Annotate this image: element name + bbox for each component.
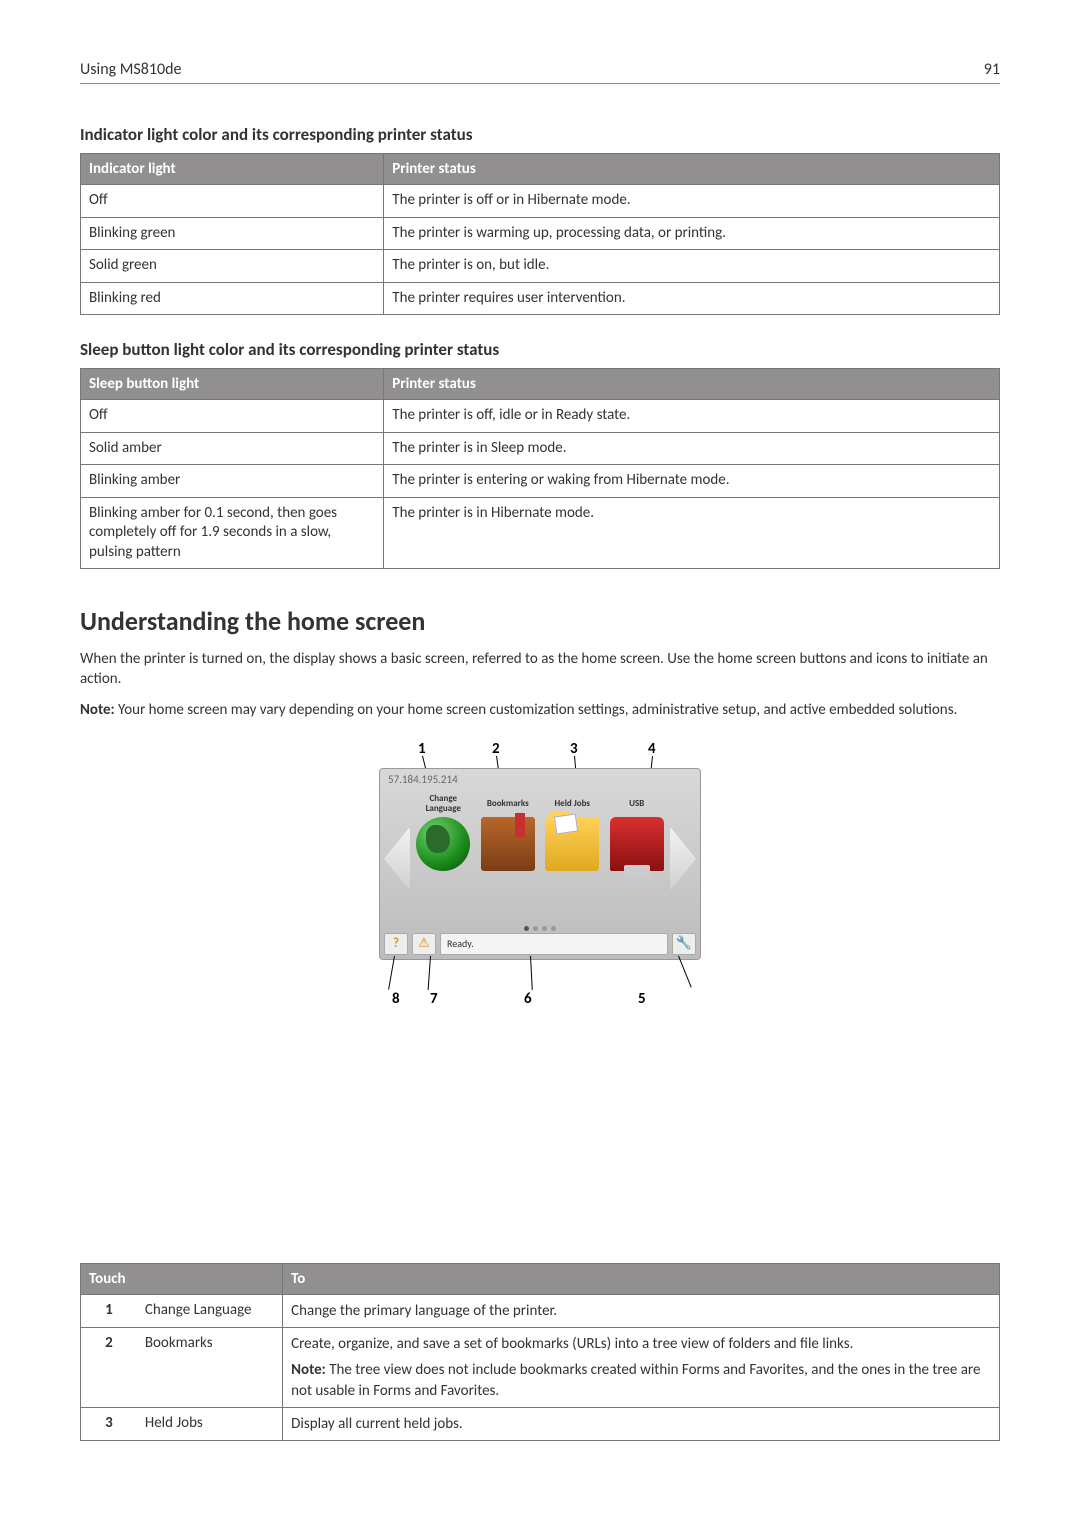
understanding-title: Understanding the home screen (80, 605, 1000, 637)
touch-name: Change Language (137, 1294, 283, 1327)
paragraph: Note: The tree view does not include boo… (291, 1360, 991, 1401)
callout-5: 5 (638, 990, 646, 1008)
table-cell: The printer is in Hibernate mode. (384, 497, 1000, 569)
warning-icon: ⚠ (418, 936, 430, 951)
table-cell: The printer is in Sleep mode. (384, 432, 1000, 465)
folder-icon (545, 817, 599, 871)
icon-label: Bookmarks (479, 793, 538, 815)
touch-description: Display all current held jobs. (283, 1407, 1000, 1440)
nav-arrow-right-icon[interactable] (670, 827, 696, 891)
wrench-icon: 🔧 (676, 936, 692, 951)
table-row: Solid greenThe printer is on, but idle. (81, 250, 1000, 283)
homescreen-illustration: 1 2 3 4 57.184.195.214 Change Language (370, 740, 710, 1235)
table-cell: The printer requires user intervention. (384, 282, 1000, 315)
table-row: Blinking amberThe printer is entering or… (81, 465, 1000, 498)
touch-number: 3 (81, 1407, 137, 1440)
ip-address: 57.184.195.214 (388, 773, 458, 786)
col-indicator-light: Indicator light (81, 154, 384, 185)
header-left: Using MS810de (80, 60, 181, 79)
indicator-light-table: Indicator light Printer status OffThe pr… (80, 153, 1000, 315)
page-number: 91 (984, 60, 1000, 79)
understanding-note: Note: Your home screen may vary dependin… (80, 700, 1000, 720)
icon-label: USB (608, 793, 667, 815)
globe-icon (416, 817, 470, 871)
col-printer-status-2: Printer status (384, 369, 1000, 400)
touch-table: Touch To 1Change Language Change the prim… (80, 1263, 1000, 1441)
table-row: Blinking redThe printer requires user in… (81, 282, 1000, 315)
table-cell: The printer is on, but idle. (384, 250, 1000, 283)
table-cell: Blinking amber for 0.1 second, then goes… (81, 497, 384, 569)
understanding-para1: When the printer is turned on, the displ… (80, 649, 1000, 690)
table-cell: The printer is entering or waking from H… (384, 465, 1000, 498)
table-cell: Off (81, 400, 384, 433)
touch-description: Create, organize, and save a set of book… (283, 1328, 1000, 1408)
icon-change-language[interactable]: Change Language (414, 793, 473, 871)
icon-bookmarks[interactable]: Bookmarks (479, 793, 538, 871)
touch-name: Held Jobs (137, 1407, 283, 1440)
nav-arrow-left-icon[interactable] (384, 827, 410, 891)
table-row: OffThe printer is off, idle or in Ready … (81, 400, 1000, 433)
tools-button[interactable]: 🔧 (672, 933, 696, 955)
help-button[interactable]: ? (384, 933, 408, 955)
touch-description: Change the primary language of the print… (283, 1294, 1000, 1327)
table-cell: Solid amber (81, 432, 384, 465)
paragraph: Create, organize, and save a set of book… (291, 1334, 991, 1354)
table-cell: Blinking red (81, 282, 384, 315)
warning-button[interactable]: ⚠ (412, 933, 436, 955)
icon-label: Change Language (414, 793, 473, 815)
table-row: OffThe printer is off or in Hibernate mo… (81, 185, 1000, 218)
table-cell: Off (81, 185, 384, 218)
table-row: 2Bookmarks Create, organize, and save a s… (81, 1328, 1000, 1408)
page-dots (524, 926, 556, 931)
table-row: Solid amberThe printer is in Sleep mode. (81, 432, 1000, 465)
table-cell: The printer is off or in Hibernate mode. (384, 185, 1000, 218)
usb-icon (610, 817, 664, 871)
callout-8: 8 (392, 990, 400, 1008)
table-cell: Blinking amber (81, 465, 384, 498)
table-row: 1Change Language Change the primary langu… (81, 1294, 1000, 1327)
callout-7: 7 (430, 990, 438, 1008)
touch-number: 2 (81, 1328, 137, 1408)
bookmarks-icon (481, 817, 535, 871)
table-cell: The printer is off, idle or in Ready sta… (384, 400, 1000, 433)
status-bar: Ready. (440, 933, 668, 955)
paragraph: Change the primary language of the print… (291, 1301, 991, 1321)
icon-held-jobs[interactable]: Held Jobs (543, 793, 602, 871)
table-row: 3Held Jobs Display all current held jobs. (81, 1407, 1000, 1440)
icon-usb[interactable]: USB (608, 793, 667, 871)
paragraph: Display all current held jobs. (291, 1414, 991, 1434)
section2-title: Sleep button light color and its corresp… (80, 339, 1000, 360)
note-label: Note: (80, 701, 115, 719)
col-sleep-button-light: Sleep button light (81, 369, 384, 400)
table-cell: Solid green (81, 250, 384, 283)
table-row: Blinking greenThe printer is warming up,… (81, 217, 1000, 250)
note-body: Your home screen may vary depending on y… (115, 701, 958, 719)
callout-6: 6 (524, 990, 532, 1008)
col-printer-status: Printer status (384, 154, 1000, 185)
touch-name: Bookmarks (137, 1328, 283, 1408)
table-cell: Blinking green (81, 217, 384, 250)
help-icon: ? (393, 936, 399, 951)
table-cell: The printer is warming up, processing da… (384, 217, 1000, 250)
section1-title: Indicator light color and its correspond… (80, 124, 1000, 145)
printer-screen: 57.184.195.214 Change Language Bookmarks… (379, 768, 701, 960)
touch-number: 1 (81, 1294, 137, 1327)
table-row: Blinking amber for 0.1 second, then goes… (81, 497, 1000, 569)
sleep-button-table: Sleep button light Printer status OffThe… (80, 368, 1000, 569)
col-touch: Touch (81, 1263, 283, 1294)
col-to: To (283, 1263, 1000, 1294)
